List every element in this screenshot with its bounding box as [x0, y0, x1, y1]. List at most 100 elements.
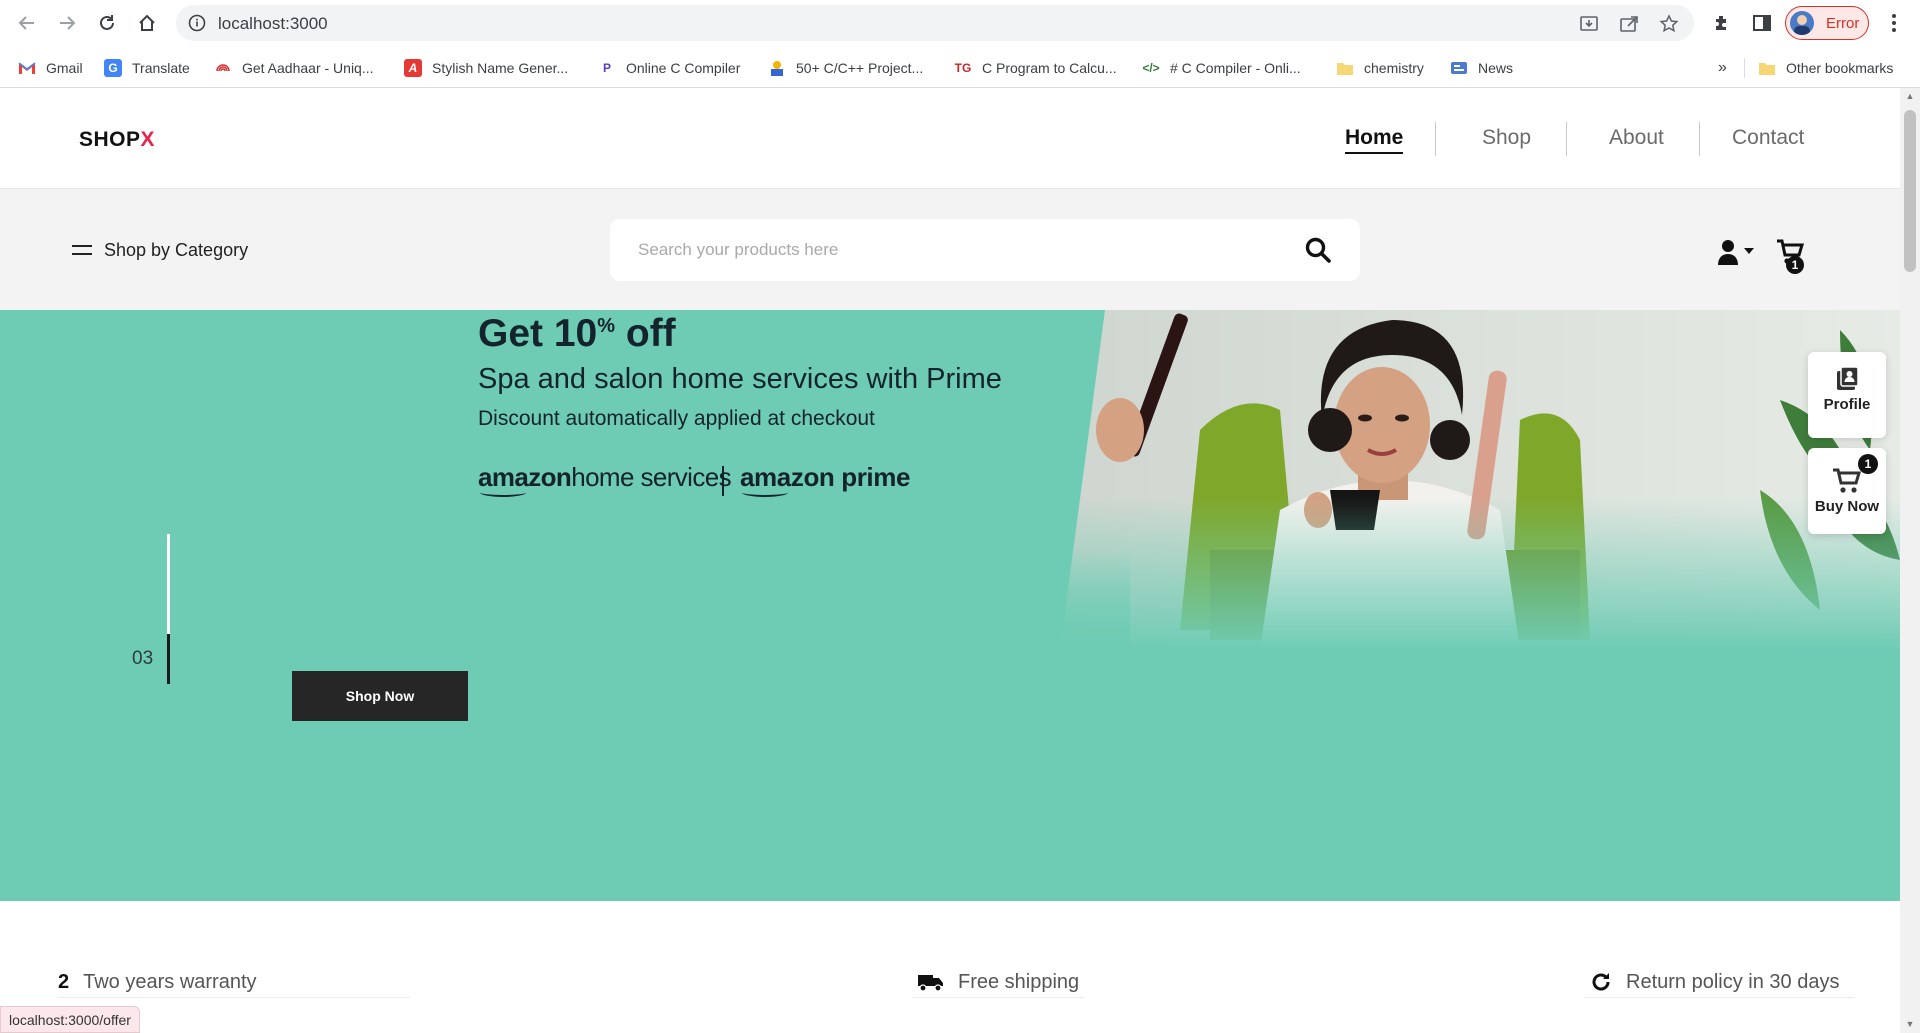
feature-divider [912, 997, 1084, 998]
buy-now-label: Buy Now [1814, 498, 1880, 515]
nav-shop[interactable]: Shop [1482, 126, 1531, 150]
bookmark-translate[interactable]: G Translate [104, 57, 190, 79]
bookmark-stylish-name[interactable]: A Stylish Name Gener... [404, 57, 568, 79]
hero-banner[interactable]: Get 10% off Spa and salon home services … [0, 310, 1900, 901]
reload-icon [100, 15, 114, 30]
extensions-icon[interactable] [1708, 9, 1736, 37]
link-status-bar: localhost:3000/offer [0, 1006, 140, 1033]
tg-icon: TG [954, 61, 972, 75]
bookmark-label: Stylish Name Gener... [432, 60, 569, 76]
projects-icon [768, 59, 786, 77]
category-label: Shop by Category [104, 239, 249, 260]
shop-now-button[interactable]: Shop Now [292, 671, 468, 721]
scroll-down-arrow-icon[interactable]: ▼ [1905, 1020, 1915, 1029]
profile-widget-label: Profile [1823, 396, 1871, 413]
profile-widget[interactable]: Profile [1808, 352, 1886, 438]
news-icon [1450, 59, 1468, 77]
slide-number: 03 [132, 648, 154, 669]
slide-progress-track [167, 534, 170, 634]
home-icon [139, 14, 155, 31]
nav-divider [1435, 122, 1436, 156]
search-row: Shop by Category [0, 189, 1900, 310]
address-bar[interactable]: localhost:3000 [176, 5, 1694, 41]
browser-menu-icon[interactable] [1880, 9, 1908, 37]
profile-status-text: Error [1826, 15, 1860, 32]
amazon-smile-icon [742, 488, 788, 497]
profile-error-chip[interactable]: Error [1785, 6, 1869, 40]
forward-arrow-icon [60, 16, 76, 30]
back-arrow-icon [18, 16, 34, 30]
bookmark-label: Gmail [46, 60, 83, 76]
search-icon[interactable] [1304, 236, 1332, 264]
hamburger-icon [72, 243, 92, 257]
page-scrollbar[interactable]: ▲ ▼ [1900, 88, 1920, 1033]
nav-home[interactable]: Home [1345, 126, 1404, 154]
bookmark-label: chemistry [1364, 60, 1424, 76]
back-button[interactable] [12, 8, 42, 38]
hero-photo-image [1060, 310, 1900, 650]
search-box [610, 219, 1360, 281]
code-icon: </> [1142, 61, 1160, 75]
bookmarks-bar: Gmail G Translate Get Aadhaar - Uniq... … [0, 46, 1920, 88]
nav-about[interactable]: About [1609, 126, 1664, 150]
bookmark-label: Other bookmarks [1786, 60, 1894, 76]
bookmark-cpp-projects[interactable]: 50+ C/C++ Project... [768, 57, 923, 79]
promo-subtitle: Spa and salon home services with Prime [478, 363, 1002, 395]
share-icon[interactable] [1618, 13, 1640, 35]
bookmark-gmail[interactable]: Gmail [18, 57, 83, 79]
nav-contact[interactable]: Contact [1732, 126, 1804, 150]
profile-book-icon [1837, 366, 1859, 390]
stylish-name-icon: A [404, 59, 422, 77]
scroll-up-arrow-icon[interactable]: ▲ [1905, 92, 1915, 101]
shopping-cart-icon [1833, 468, 1862, 493]
side-panel-icon[interactable] [1748, 9, 1776, 37]
forward-button[interactable] [52, 8, 82, 38]
nav-divider [1699, 122, 1700, 156]
nav-divider [1566, 122, 1567, 156]
refresh-icon [1590, 971, 1612, 993]
site-header: SHOPX Home Shop About Contact [0, 88, 1900, 189]
scroll-thumb[interactable] [1904, 110, 1916, 272]
other-bookmarks[interactable]: Other bookmarks [1758, 57, 1893, 79]
amazon-smile-icon [480, 488, 526, 497]
bookmark-star-icon[interactable] [1658, 13, 1680, 35]
gmail-icon [18, 59, 36, 77]
site-logo[interactable]: SHOPX [79, 128, 155, 152]
bookmark-label: # C Compiler - Onli... [1170, 60, 1301, 76]
bookmark-label: C Program to Calcu... [982, 60, 1117, 76]
reload-button[interactable] [92, 8, 122, 38]
site-info-icon[interactable] [188, 14, 206, 32]
avatar [1790, 11, 1814, 35]
bookmark-c-compiler-online[interactable]: </> # C Compiler - Onli... [1142, 57, 1301, 79]
bookmark-label: Online C Compiler [626, 60, 741, 76]
home-button[interactable] [132, 8, 162, 38]
user-account-icon[interactable] [1718, 239, 1756, 265]
bookmark-online-c-compiler[interactable]: P Online C Compiler [598, 57, 740, 79]
feature-divider [58, 997, 410, 998]
shop-by-category-button[interactable]: Shop by Category [72, 239, 248, 261]
bookmark-aadhaar[interactable]: Get Aadhaar - Uniq... [214, 57, 374, 79]
folder-icon [1758, 59, 1776, 77]
bookmark-news[interactable]: News [1450, 57, 1513, 79]
truck-icon [918, 972, 944, 992]
feature-divider [1584, 997, 1854, 998]
slide-progress-indicator [167, 634, 170, 684]
bookmark-label: Get Aadhaar - Uniq... [242, 60, 374, 76]
more-bookmarks-button[interactable]: » [1718, 57, 1727, 79]
translate-icon: G [104, 59, 122, 77]
promo-note: Discount automatically applied at checko… [478, 407, 875, 430]
feature-warranty: 2 Two years warranty [58, 969, 257, 995]
bookmark-label: Translate [132, 60, 190, 76]
feature-return-policy: Return policy in 30 days [1590, 969, 1839, 995]
programiz-icon: P [602, 61, 611, 75]
search-input[interactable] [638, 237, 1238, 263]
install-app-icon[interactable] [1578, 13, 1600, 35]
feature-label: Free shipping [958, 970, 1080, 993]
feature-label: Two years warranty [83, 970, 257, 993]
warranty-icon: 2 [58, 970, 70, 993]
bookmark-chemistry[interactable]: chemistry [1336, 57, 1424, 79]
url-text: localhost:3000 [218, 14, 328, 33]
cart-count-badge: 1 [1786, 256, 1804, 274]
folder-icon [1336, 59, 1354, 77]
bookmark-c-program[interactable]: TG C Program to Calcu... [954, 57, 1117, 79]
